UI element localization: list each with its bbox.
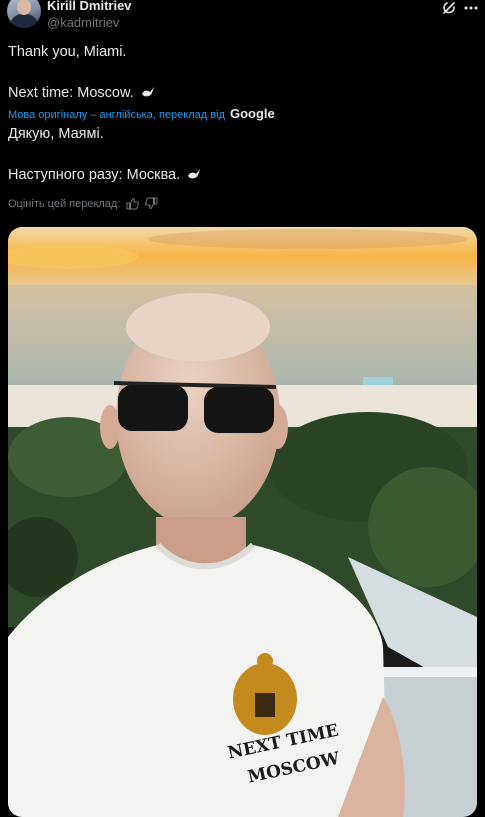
rate-label: Оцініть цей переклад: — [8, 197, 121, 210]
author-name[interactable]: Kirill Dmitriev — [47, 0, 132, 13]
grok-icon[interactable] — [441, 0, 457, 16]
tweet-photo[interactable] — [8, 227, 477, 817]
translated-text-line2: Наступного разу: Москва. — [8, 166, 202, 186]
google-logo: Google — [230, 106, 275, 121]
more-options-icon[interactable] — [463, 0, 479, 16]
translated-text-line1: Дякую, Маямі. — [8, 126, 104, 142]
translation-attribution[interactable]: Мова оригіналу – англійська, переклад ві… — [8, 106, 275, 121]
rate-translation: Оцініть цей переклад: — [8, 197, 158, 210]
author-handle[interactable]: @kadmitriev — [47, 15, 119, 30]
tweet-text-line1: Thank you, Miami. — [8, 44, 127, 60]
tweet-header: Kirill Dmitriev @kadmitriev — [0, 0, 485, 36]
thumbs-down-icon[interactable] — [145, 197, 158, 210]
dove-icon — [186, 166, 202, 186]
thumbs-up-icon[interactable] — [126, 197, 140, 210]
dove-icon — [140, 84, 156, 104]
avatar[interactable] — [7, 0, 41, 28]
tweet-text-line2: Next time: Moscow. — [8, 84, 156, 104]
